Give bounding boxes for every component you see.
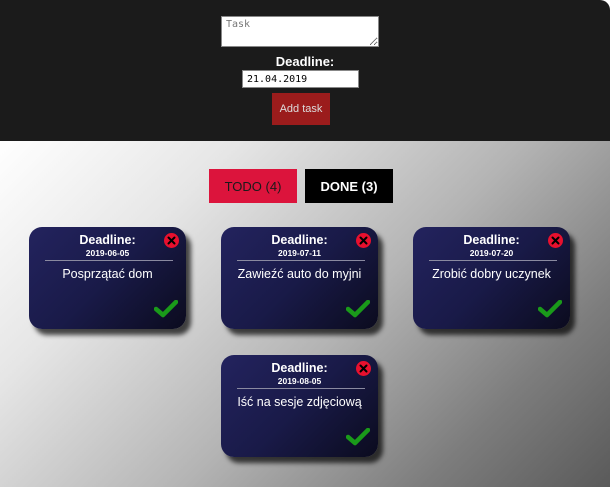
- deadline-label: Deadline:: [275, 54, 335, 69]
- tab-todo[interactable]: TODO (4): [209, 169, 297, 203]
- task-input[interactable]: [221, 16, 379, 47]
- close-circle-icon[interactable]: [164, 233, 179, 248]
- card-deadline-label: Deadline:: [271, 233, 328, 247]
- card-deadline-label: Deadline:: [463, 233, 520, 247]
- checkmark-icon[interactable]: [345, 299, 371, 323]
- close-circle-icon[interactable]: [548, 233, 563, 248]
- card-divider: [45, 260, 173, 261]
- task-card: Deadline: 2019-08-05 Iść na sesje zdjęci…: [221, 355, 378, 457]
- task-card: Deadline: 2019-06-05 Posprzątać dom: [29, 227, 186, 329]
- card-deadline-label: Deadline:: [79, 233, 136, 247]
- card-date: 2019-08-05: [277, 376, 322, 386]
- close-circle-icon[interactable]: [356, 233, 371, 248]
- checkmark-icon[interactable]: [537, 299, 563, 323]
- add-task-panel: Deadline: Add task: [0, 0, 610, 141]
- card-date: 2019-06-05: [85, 248, 130, 258]
- card-divider: [237, 260, 365, 261]
- card-divider: [429, 260, 557, 261]
- card-date: 2019-07-11: [277, 248, 321, 258]
- card-divider: [237, 388, 365, 389]
- checkmark-icon[interactable]: [345, 427, 371, 451]
- add-task-button[interactable]: Add task: [272, 93, 330, 125]
- close-circle-icon[interactable]: [356, 361, 371, 376]
- card-date: 2019-07-20: [469, 248, 514, 258]
- task-card: Deadline: 2019-07-11 Zawieźć auto do myj…: [221, 227, 378, 329]
- checkmark-icon[interactable]: [153, 299, 179, 323]
- card-title: Posprzątać dom: [62, 267, 153, 281]
- todo-app: Deadline: Add task TODO (4) DONE (3) Dea…: [0, 0, 610, 487]
- deadline-date-input[interactable]: [242, 70, 359, 88]
- task-card: Deadline: 2019-07-20 Zrobić dobry uczyne…: [413, 227, 570, 329]
- card-deadline-label: Deadline:: [271, 361, 328, 375]
- card-title: Zawieźć auto do myjni: [237, 267, 362, 281]
- card-title: Iść na sesje zdjęciową: [237, 395, 362, 409]
- card-title: Zrobić dobry uczynek: [432, 267, 551, 281]
- tab-done[interactable]: DONE (3): [305, 169, 393, 203]
